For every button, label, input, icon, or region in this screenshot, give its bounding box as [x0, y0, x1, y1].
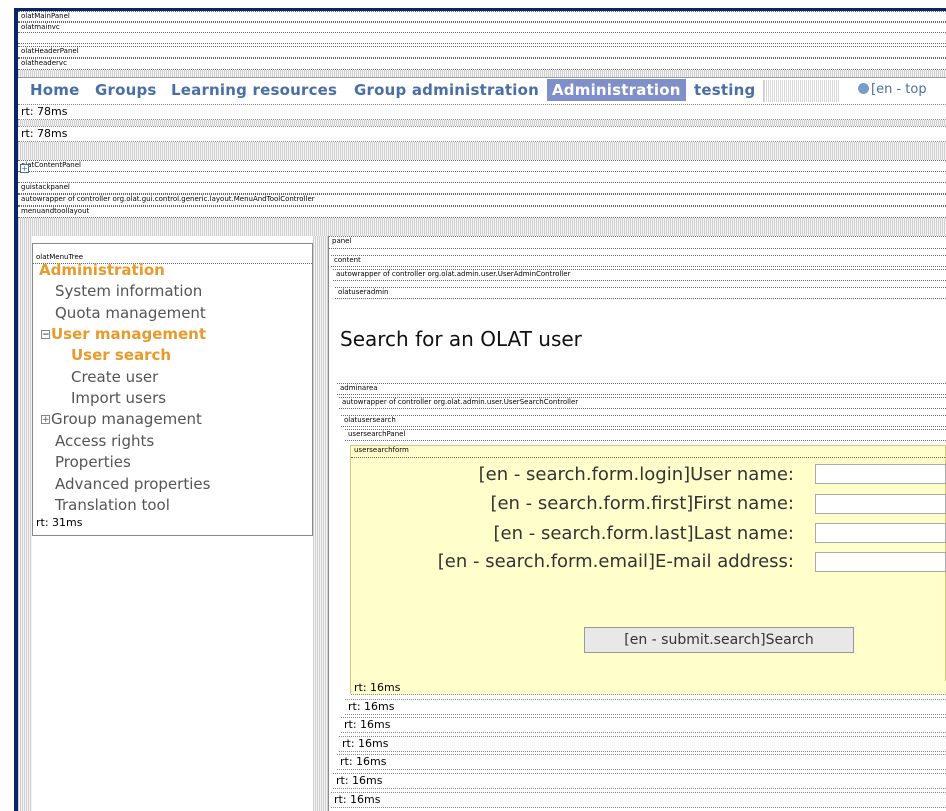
timing-gap — [18, 120, 946, 126]
form-timing: rt: 16ms — [351, 681, 946, 695]
header-timing-2: rt: 78ms — [18, 126, 946, 142]
debug-autowrapper-useradmin: autowrapper of controller org.olat.admin… — [333, 269, 946, 281]
menu-access-rights[interactable]: Access rights — [55, 431, 154, 451]
nav-home[interactable]: Home — [30, 81, 79, 99]
debug-header-bg — [18, 33, 946, 44]
debug-autowrapper-menu: autowrapper of controller org.olat.gui.c… — [18, 194, 946, 206]
menu-group-management[interactable]: +Group management — [41, 409, 202, 429]
menu-user-management-label: User management — [51, 325, 207, 343]
menu-user-search[interactable]: User search — [71, 345, 171, 365]
nav-learning-resources[interactable]: Learning resources — [171, 81, 337, 99]
debug-menu-layout: menuandtoollayout — [18, 206, 946, 218]
email-label: [en - search.form.email]E-mail address: — [437, 551, 794, 572]
timing-2: rt: 16ms — [341, 717, 946, 733]
debug-panel: panel — [329, 236, 946, 249]
email-input[interactable] — [815, 552, 946, 572]
timing-6: rt: 16ms — [331, 792, 946, 808]
window-frame: olatMainPanel olatmainvc olatHeaderPanel… — [0, 0, 946, 811]
page-title: Search for an OLAT user — [340, 327, 582, 351]
debug-usersearch-form: usersearchform — [351, 446, 945, 458]
debug-adminarea: adminarea — [337, 383, 946, 395]
nav-testing[interactable]: testing — [694, 81, 755, 99]
middle-gap — [313, 236, 328, 811]
menu-tree-panel: olatMenuTree Administration System infor… — [32, 243, 313, 536]
nav-administration[interactable]: Administration — [547, 79, 686, 101]
collapse-icon[interactable]: − — [41, 330, 50, 340]
debug-content-panel: olatContentPanel — [18, 160, 946, 172]
menu-group-management-label: Group management — [51, 410, 202, 428]
nav-groups[interactable]: Groups — [95, 81, 157, 99]
debug-header-panel: olatHeaderPanel — [18, 46, 946, 58]
menu-advanced-properties[interactable]: Advanced properties — [55, 474, 210, 494]
debug-useradmin: olatuseradmin — [335, 287, 946, 299]
expand-tree-icon[interactable]: + — [41, 415, 50, 425]
top-gap — [32, 218, 946, 236]
language-selector[interactable]: [en - top — [858, 82, 927, 97]
nav-filler — [764, 80, 839, 102]
left-gap — [18, 218, 32, 811]
menu-import-users[interactable]: Import users — [71, 388, 166, 408]
globe-icon — [858, 83, 869, 94]
header-gap — [18, 70, 946, 77]
menu-system-information[interactable]: System information — [55, 281, 202, 301]
menu-administration[interactable]: Administration — [39, 260, 165, 280]
timing-1: rt: 16ms — [345, 699, 946, 715]
debug-header-vc: olatheadervc — [18, 58, 946, 70]
debug-main-vc: olatmainvc — [18, 22, 946, 33]
debug-content: content — [331, 255, 946, 267]
content-gap — [18, 142, 946, 160]
last-name-label: [en - search.form.last]Last name: — [493, 523, 794, 544]
login-input[interactable] — [815, 464, 946, 484]
login-label: [en - search.form.login]User name: — [478, 464, 794, 485]
timing-3: rt: 16ms — [339, 736, 946, 752]
debug-usersearch: olatusersearch — [341, 415, 946, 427]
last-name-input[interactable] — [815, 523, 946, 543]
language-label: [en - top — [871, 82, 927, 97]
nav-group-administration[interactable]: Group administration — [354, 81, 539, 99]
menu-create-user[interactable]: Create user — [71, 367, 158, 387]
debug-autowrapper-search: autowrapper of controller org.olat.admin… — [339, 397, 946, 409]
expand-icon[interactable]: + — [20, 164, 29, 173]
timing-4: rt: 16ms — [337, 754, 946, 770]
timing-5: rt: 16ms — [333, 773, 946, 789]
first-name-input[interactable] — [815, 494, 946, 514]
menu-user-management[interactable]: −User management — [41, 324, 206, 344]
debug-stack-panel: guistackpanel — [18, 182, 946, 194]
debug-main-panel: olatMainPanel — [18, 11, 946, 22]
menu-translation-tool[interactable]: Translation tool — [55, 495, 170, 515]
debug-usersearch-panel: usersearchPanel — [345, 429, 946, 441]
header-timing-1: rt: 78ms — [18, 104, 946, 120]
menu-properties[interactable]: Properties — [55, 452, 131, 472]
first-name-label: [en - search.form.first]First name: — [490, 493, 794, 514]
top-navigation: Home Groups Learning resources Group adm… — [18, 77, 946, 105]
menu-quota-management[interactable]: Quota management — [55, 303, 206, 323]
menu-timing: rt: 31ms — [33, 516, 312, 530]
search-button[interactable]: [en - submit.search]Search — [584, 627, 854, 653]
